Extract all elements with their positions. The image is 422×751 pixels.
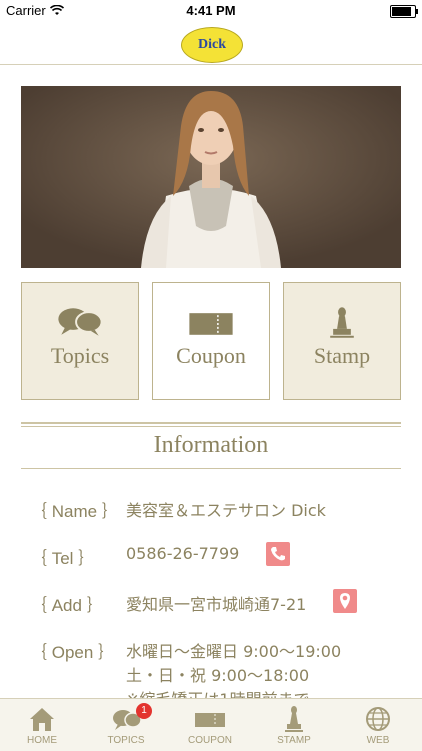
tab-topics-label: TOPICS [107, 735, 145, 746]
tab-stamp-label: STAMP [277, 735, 311, 746]
phone-icon[interactable] [266, 542, 290, 566]
ticket-icon [195, 713, 225, 727]
dick-logo: Dick [181, 27, 243, 63]
address-value[interactable]: 愛知県一宮市城崎通7-21 [126, 591, 306, 615]
coupon-tile-label: Coupon [176, 343, 246, 368]
open-label: ｛ Open ｝ [30, 643, 116, 662]
logo-text: Dick [198, 37, 226, 52]
hero-image [21, 86, 401, 268]
battery-icon [390, 5, 418, 18]
tab-stamp[interactable]: STAMP [252, 699, 336, 751]
tab-home[interactable]: HOME [0, 699, 84, 751]
address-label: ｛ Add ｝ [30, 596, 104, 615]
open-hours-weekday: 水曜日〜金曜日 9:00〜19:00 [126, 642, 342, 661]
info-divider-top [21, 422, 401, 424]
tab-coupon-label: COUPON [188, 735, 232, 746]
status-time: 4:41 PM [186, 3, 236, 18]
battery-fill [392, 7, 411, 16]
tab-coupon[interactable]: COUPON [168, 699, 252, 751]
name-label: ｛ Name ｝ [30, 502, 119, 521]
hero-illustration [21, 86, 401, 268]
stamp-tile-label: Stamp [313, 343, 371, 368]
stamp-icon [285, 706, 303, 732]
info-title: Information [153, 432, 269, 458]
home-icon [30, 708, 54, 731]
header-divider [0, 64, 422, 65]
stamp-tile[interactable]: Stamp [283, 282, 401, 400]
coupon-tile[interactable]: Coupon [152, 282, 270, 400]
name-value: 美容室＆エステサロン Dick [126, 501, 326, 520]
tab-topics[interactable]: 1 TOPICS [84, 699, 168, 751]
topics-tile-label: Topics [50, 343, 110, 368]
tab-web-label: WEB [366, 735, 390, 746]
open-hours-weekend: 土・日・祝 9:00〜18:00 [126, 666, 310, 685]
info-divider-top-thin [21, 426, 401, 427]
globe-icon [366, 707, 390, 731]
map-pin-icon[interactable] [333, 589, 357, 613]
tab-bar: HOME 1 TOPICS COUPON STAMP WEB [0, 698, 422, 751]
tab-home-label: HOME [27, 735, 57, 746]
topics-notification-badge: 1 [136, 703, 152, 719]
speech-bubbles-icon [58, 308, 103, 336]
status-bar: Carrier 4:41 PM [0, 0, 422, 22]
stamp-icon [330, 307, 354, 338]
ticket-icon [189, 313, 233, 335]
tab-web[interactable]: WEB [336, 699, 420, 751]
tel-label: ｛ Tel ｝ [30, 549, 96, 568]
tel-value[interactable]: 0586-26-7799 [126, 544, 239, 563]
topics-tile[interactable]: Topics [21, 282, 139, 400]
info-divider-bottom [21, 468, 401, 469]
